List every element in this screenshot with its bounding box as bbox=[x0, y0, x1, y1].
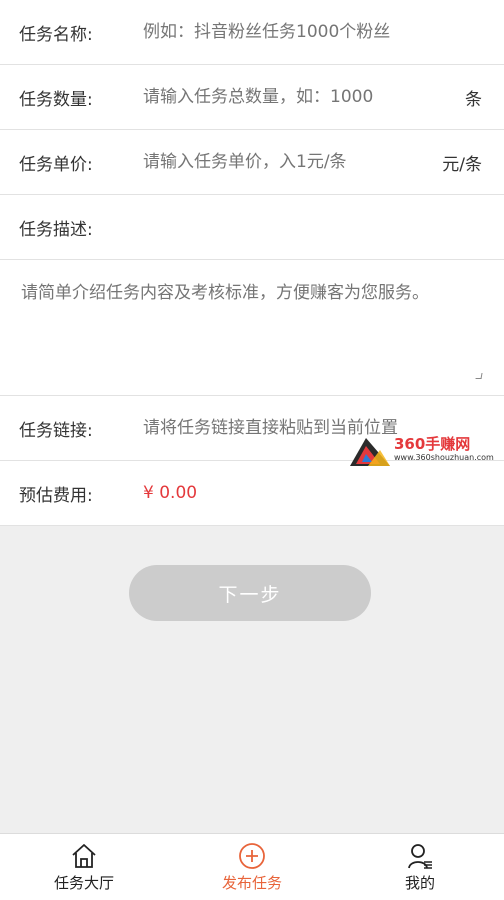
task-desc-textarea[interactable] bbox=[21, 278, 481, 378]
textarea-resize-handle[interactable] bbox=[475, 373, 483, 379]
task-quantity-row: 任务数量: 条 bbox=[0, 65, 504, 130]
task-name-label: 任务名称: bbox=[19, 24, 93, 45]
task-price-input[interactable] bbox=[143, 152, 433, 172]
tab-task-hall-label: 任务大厅 bbox=[53, 874, 114, 892]
home-icon bbox=[72, 844, 96, 868]
task-desc-label: 任务描述: bbox=[19, 219, 93, 240]
tab-mine-label: 我的 bbox=[404, 874, 435, 892]
add-circle-icon bbox=[239, 843, 265, 869]
task-price-label: 任务单价: bbox=[19, 154, 93, 175]
task-name-input[interactable] bbox=[143, 22, 433, 42]
estimated-cost-label: 预估费用: bbox=[19, 485, 93, 506]
task-quantity-input[interactable] bbox=[143, 87, 433, 107]
watermark-title: 360手赚网 bbox=[394, 435, 471, 453]
task-desc-row: 任务描述: bbox=[0, 195, 504, 260]
task-link-label: 任务链接: bbox=[19, 420, 93, 441]
task-quantity-unit: 条 bbox=[465, 89, 482, 110]
watermark: 360手赚网 www.360shouzhuan.com bbox=[348, 436, 494, 468]
estimated-cost-value: ¥ 0.00 bbox=[143, 483, 198, 503]
watermark-logo-icon bbox=[350, 438, 390, 466]
next-step-button[interactable]: 下一步 bbox=[129, 565, 371, 621]
task-quantity-label: 任务数量: bbox=[19, 89, 93, 110]
watermark-url: www.360shouzhuan.com bbox=[394, 453, 494, 462]
estimated-cost-row: 预估费用: ¥ 0.00 bbox=[0, 461, 504, 526]
task-desc-area bbox=[0, 260, 504, 396]
user-icon bbox=[408, 844, 432, 869]
task-price-unit: 元/条 bbox=[442, 154, 482, 175]
tab-mine[interactable]: 我的 bbox=[336, 834, 504, 900]
bottom-tabbar: 任务大厅 发布任务 我的 bbox=[0, 833, 504, 900]
task-price-row: 任务单价: 元/条 bbox=[0, 130, 504, 195]
tab-publish-task-label: 发布任务 bbox=[221, 874, 282, 892]
tab-publish-task[interactable]: 发布任务 bbox=[168, 834, 336, 900]
tab-task-hall[interactable]: 任务大厅 bbox=[0, 834, 168, 900]
task-link-input[interactable] bbox=[143, 418, 433, 438]
task-name-row: 任务名称: bbox=[0, 0, 504, 65]
